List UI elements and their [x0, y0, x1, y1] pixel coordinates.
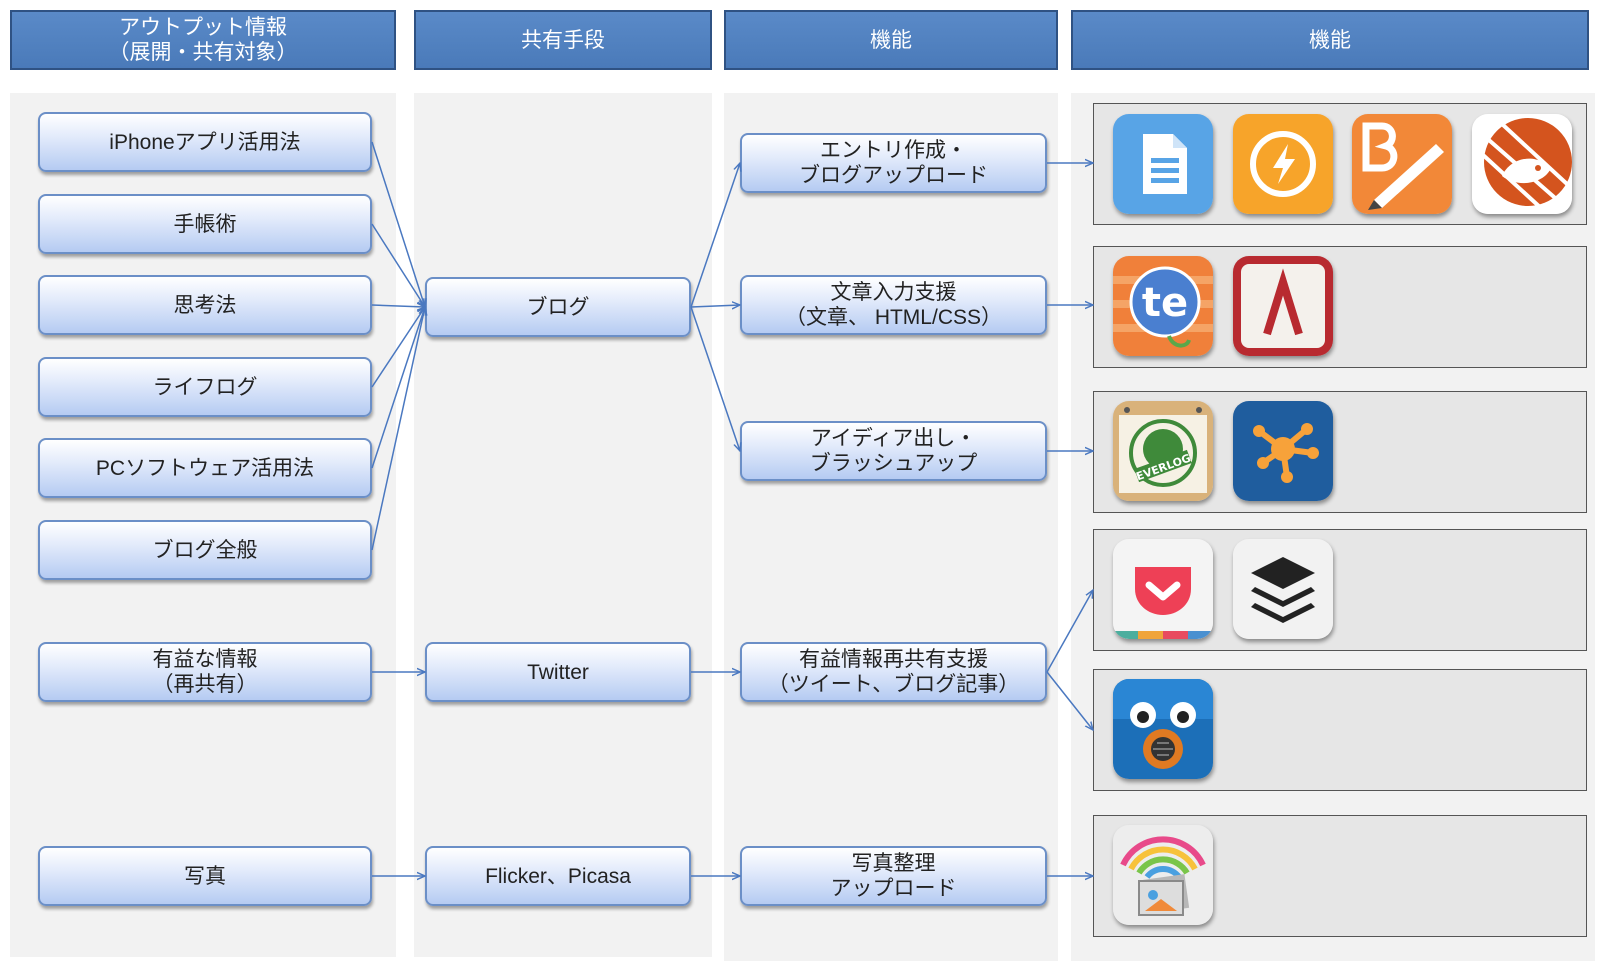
- arrow-reshare-to-tweet-apps: [1046, 671, 1093, 730]
- svg-text:te: te: [1142, 280, 1188, 326]
- arrow-iphone-to-blog: [371, 141, 425, 307]
- arrow-blog-to-idea: [690, 306, 740, 451]
- lightning-app-icon: [1233, 114, 1333, 214]
- tweetbot-app-icon: [1113, 679, 1213, 779]
- arrow-reshare-to-read-apps: [1046, 590, 1093, 673]
- arrow-blog-to-entry: [690, 163, 740, 308]
- pocket-app-icon: [1113, 539, 1213, 639]
- buffer-app-icon: [1233, 539, 1333, 639]
- arrow-techo-to-blog: [371, 223, 425, 307]
- everlog-app-icon: EVERLOG: [1113, 401, 1213, 501]
- bird-app-icon: [1472, 114, 1572, 214]
- arrow-thinking-to-blog: [371, 305, 425, 307]
- mindmap-app-icon: [1233, 401, 1333, 501]
- textexpander-app-icon: te: [1113, 256, 1213, 356]
- photo-rainbow-app-icon: [1113, 825, 1213, 925]
- arrow-bloggeneral-to-blog: [371, 307, 425, 551]
- blog-pencil-app-icon: [1352, 114, 1452, 214]
- arrow-blog-to-text: [690, 305, 740, 307]
- document-app-icon: [1113, 114, 1213, 214]
- arrow-pc-to-blog: [371, 307, 425, 469]
- lambda-editor-app-icon: [1233, 256, 1333, 356]
- arrow-lifelog-to-blog: [371, 307, 425, 388]
